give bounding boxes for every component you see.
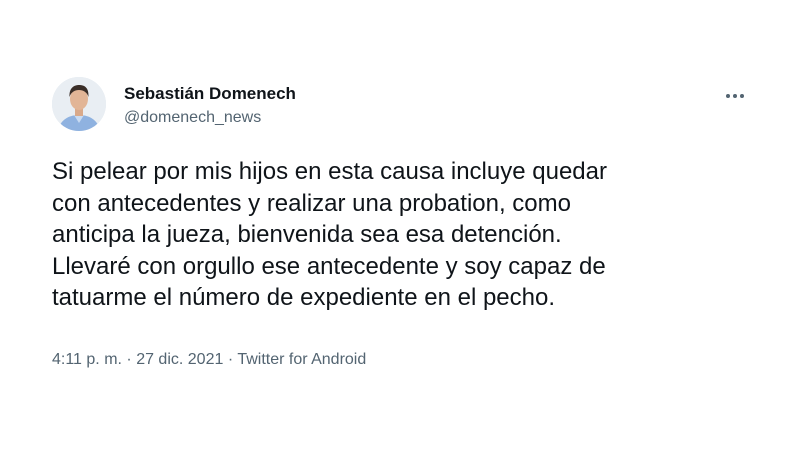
- tweet-source[interactable]: Twitter for Android: [237, 351, 366, 368]
- tweet-text-line: Si pelear por mis hijos en esta causa in…: [52, 158, 607, 185]
- avatar-photo: [52, 77, 106, 131]
- tweet-time[interactable]: 4:11 p. m.: [52, 351, 122, 368]
- tweet-text: Si pelear por mis hijos en esta causa in…: [52, 156, 742, 314]
- tweet-date[interactable]: 27 dic. 2021: [136, 351, 223, 368]
- tweet-text-line: Llevaré con orgullo ese antecedente y so…: [52, 252, 606, 280]
- author-handle[interactable]: @domenech_news: [124, 108, 261, 128]
- more-horizontal-icon[interactable]: [722, 86, 748, 104]
- tweet-card: Sebastián Domenech @domenech_news Si pel…: [0, 0, 800, 449]
- avatar[interactable]: [52, 77, 106, 131]
- tweet-metadata: 4:11 p. m. · 27 dic. 2021 · Twitter for …: [52, 350, 366, 370]
- author-name[interactable]: Sebastián Domenech: [124, 84, 296, 104]
- meta-separator: ·: [121, 351, 137, 368]
- tweet-text-line: con antecedentes y realizar una probatio…: [52, 189, 571, 217]
- meta-separator: ·: [223, 351, 238, 368]
- tweet-text-line: anticipa la jueza, bienvenida sea esa de…: [52, 221, 562, 248]
- tweet-text-line: tatuarme el número de expediente en el p…: [52, 284, 556, 311]
